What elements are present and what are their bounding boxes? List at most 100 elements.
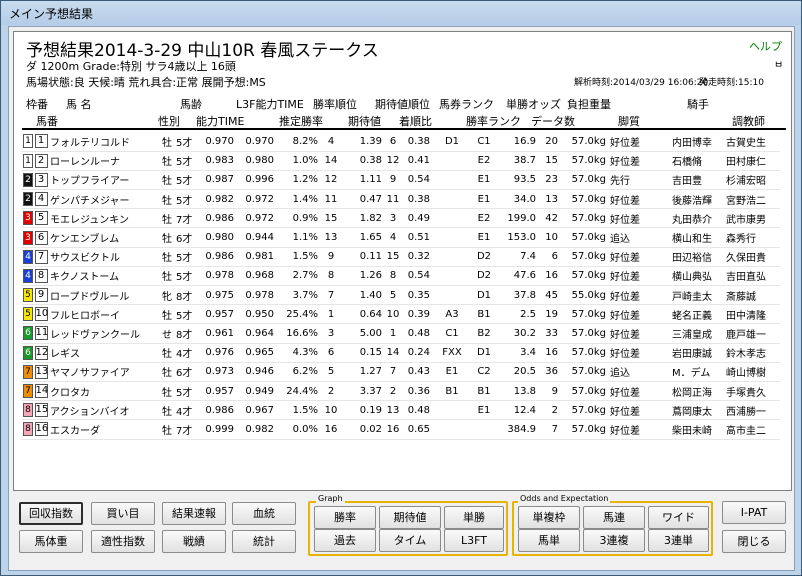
cell-age: 7才 xyxy=(174,208,200,229)
table-row[interactable]: 6 11 レッドヴァンクールせ 8才 0.961 0.964 16.6% 3 5.00 1 0.48… xyxy=(22,323,780,344)
cell-age: 5才 xyxy=(174,132,200,152)
col-bet-rank: 馬券ランク xyxy=(439,98,494,111)
table-row[interactable]: 7 13 ヤマノサファイア牡 6才 0.973 0.946 6.2% 5 1.27 7 0.43 E1… xyxy=(22,362,780,382)
cell-bet-rank: D1 xyxy=(432,132,472,152)
table-row[interactable]: 2 3 トップフライアー牡 5才 0.987 0.996 1.2% 12 1.11 9 0.54 E1… xyxy=(22,170,780,191)
table-row[interactable]: 4 8 キクノストーム牡 5才 0.978 0.968 2.7% 8 1.26 8 0.54 D2 47… xyxy=(22,266,780,287)
cell-sex: 牡 xyxy=(160,189,174,210)
cell-win-rate-rank: 3 xyxy=(320,323,342,344)
cell-trainer: 手塚貴久 xyxy=(724,381,780,402)
table-row[interactable]: 2 4 ゲンパチメジャー牡 5才 0.982 0.972 1.4% 11 0.47 11 0.38 E… xyxy=(22,189,780,210)
tekisei-button[interactable]: 適性指数 xyxy=(91,530,155,553)
table-row[interactable]: 8 15 アクションバイオ牡 4才 0.986 0.967 1.5% 10 0.19 13 0.48… xyxy=(22,400,780,421)
cell-win-rank: E1 xyxy=(472,189,496,210)
waku-box: 6 xyxy=(23,326,33,341)
table-row[interactable]: 7 14 クロタカ牡 5才 0.957 0.949 24.4% 2 3.37 2 0.36 B1 B1 1… xyxy=(22,381,780,402)
tokei-button[interactable]: 統計 xyxy=(232,530,296,553)
cell-trainer: 高市圭二 xyxy=(724,419,780,440)
ketto-button[interactable]: 血統 xyxy=(232,502,296,525)
odds-umaren-button[interactable]: 馬連 xyxy=(583,506,645,529)
cell-carried-weight: 57.0kg xyxy=(560,381,608,402)
table-row[interactable]: 5 9 ロープドヴルール牝 8才 0.975 0.978 3.7% 7 1.40 5 0.35 D1 3… xyxy=(22,285,780,306)
odds-wide-button[interactable]: ワイド xyxy=(648,506,709,529)
table-row[interactable]: 3 5 モエレジュンキン牡 7才 0.986 0.972 0.9% 15 1.82 3 0.49 E2… xyxy=(22,208,780,229)
track-conditions: 馬場状態:良 天候:晴 荒れ具合:正常 展開予想:MS xyxy=(26,76,266,89)
cell-expected-value: 0.47 xyxy=(342,189,384,210)
cell-win-odds: 199.0 xyxy=(496,208,538,229)
cell-win-rank: D1 xyxy=(472,285,496,306)
cell-win-rate-rank: 9 xyxy=(320,247,342,267)
cell-l3f-time: 0.965 xyxy=(236,343,276,363)
cell-sex: 牡 xyxy=(160,419,174,440)
cell-sex: 牡 xyxy=(160,304,174,325)
table-row[interactable]: 6 12 レギス牡 4才 0.976 0.965 4.3% 6 0.15 14 0.24 FXX D1 3… xyxy=(22,343,780,363)
cell-horse-name: ロープドヴルール xyxy=(48,285,160,306)
table-row[interactable]: 5 10 フルヒロボーイ牡 5才 0.957 0.950 25.4% 1 0.64 10 0.39 A… xyxy=(22,304,780,325)
kaime-button[interactable]: 買い目 xyxy=(91,502,155,525)
cell-win-odds: 47.6 xyxy=(496,266,538,287)
kaishu-button[interactable]: 回収指数 xyxy=(19,502,83,525)
cell-l3f-time: 0.970 xyxy=(236,132,276,152)
graph-kako-button[interactable]: 過去 xyxy=(314,529,376,552)
cell-bet-rank xyxy=(432,400,472,421)
graph-tansho-button[interactable]: 単勝 xyxy=(444,506,504,529)
odds-fukusho-button[interactable]: 単複枠 xyxy=(518,506,580,529)
graph-kitaichi-button[interactable]: 期待値 xyxy=(379,506,441,529)
pin-icon[interactable]: ㅂ xyxy=(774,56,783,71)
close-button[interactable]: 閉じる xyxy=(722,530,786,553)
col-l3f: L3F能力TIME xyxy=(236,98,304,111)
cell-finish-ratio: 0.41 xyxy=(402,151,432,171)
cell-jockey: 三浦皇成 xyxy=(670,323,724,344)
odds-sanrentan-button[interactable]: 3連単 xyxy=(648,529,709,552)
cell-sex: 牡 xyxy=(160,151,174,171)
cell-age: 6才 xyxy=(174,227,200,248)
cell-win-rank: C2 xyxy=(472,362,496,382)
cell-age: 5才 xyxy=(174,381,200,402)
ipat-button[interactable]: I-PAT xyxy=(722,501,786,524)
cell-finish-ratio: 0.24 xyxy=(402,343,432,363)
cell-trainer: 久保田貴 xyxy=(724,247,780,267)
cell-expected-rank: 3 xyxy=(384,208,402,229)
graph-l3ft-button[interactable]: L3FT xyxy=(444,529,504,552)
table-row[interactable]: 1 2 ローレンルーナ牡 5才 0.983 0.980 1.0% 14 0.38 12 0.41 E2… xyxy=(22,151,780,171)
bataiju-button[interactable]: 馬体重 xyxy=(19,530,83,553)
cell-running-style: 好位差 xyxy=(608,266,670,287)
cell-sex: 牡 xyxy=(160,227,174,248)
cell-win-rate-rank: 13 xyxy=(320,227,342,248)
cell-l3f-time: 0.982 xyxy=(236,419,276,440)
cell-bet-rank xyxy=(432,189,472,210)
table-row[interactable]: 3 6 ケンエンブレム牡 6才 0.980 0.944 1.1% 13 1.65 4 0.51 E1 1… xyxy=(22,227,780,248)
cell-data-count: 10 xyxy=(538,227,560,248)
cell-trainer: 西浦勝一 xyxy=(724,400,780,421)
graph-time-button[interactable]: タイム xyxy=(379,529,441,552)
cell-win-odds: 30.2 xyxy=(496,323,538,344)
cell-bet-rank: FXX xyxy=(432,343,472,363)
col-win-rank: 勝率ランク xyxy=(466,115,521,128)
kekka-button[interactable]: 結果速報 xyxy=(162,502,226,525)
table-row[interactable]: 8 16 エスカーダ牡 7才 0.999 0.982 0.0% 16 0.02 16 0.65 384… xyxy=(22,419,780,440)
graph-group-label: Graph xyxy=(316,494,345,503)
window-title-bar[interactable]: メイン予想結果 xyxy=(1,1,801,25)
odds-umatan-button[interactable]: 馬単 xyxy=(518,529,580,552)
senseki-button[interactable]: 戦績 xyxy=(162,530,226,553)
cell-l3f-time: 0.968 xyxy=(236,266,276,287)
cell-data-count: 15 xyxy=(538,151,560,171)
cell-running-style: 追込 xyxy=(608,227,670,248)
cell-l3f-time: 0.972 xyxy=(236,208,276,229)
cell-expected-rank: 16 xyxy=(384,419,402,440)
odds-sanrenpuku-button[interactable]: 3連複 xyxy=(583,529,645,552)
cell-running-style: 好位差 xyxy=(608,132,670,152)
umaban-box: 11 xyxy=(34,326,49,341)
cell-win-rank: E2 xyxy=(472,208,496,229)
umaban-box: 2 xyxy=(34,153,48,168)
cell-jockey: 内田博幸 xyxy=(670,132,724,152)
table-row[interactable]: 1 1 フォルテリコルド牡 5才 0.970 0.970 8.2% 4 1.39 6 0.38 D1 C… xyxy=(22,132,780,152)
cell-bet-rank xyxy=(432,170,472,191)
table-row[interactable]: 4 7 サウスビクトル牡 5才 0.986 0.981 1.5% 9 0.11 15 0.32 D2 7… xyxy=(22,247,780,267)
help-link[interactable]: ヘルプ xyxy=(749,38,782,54)
col-umaban: 馬番 xyxy=(36,115,58,128)
cell-age: 6才 xyxy=(174,362,200,382)
graph-shoritsu-button[interactable]: 勝率 xyxy=(314,506,376,529)
cell-expected-value: 1.40 xyxy=(342,285,384,306)
cell-sex: せ xyxy=(160,323,174,344)
